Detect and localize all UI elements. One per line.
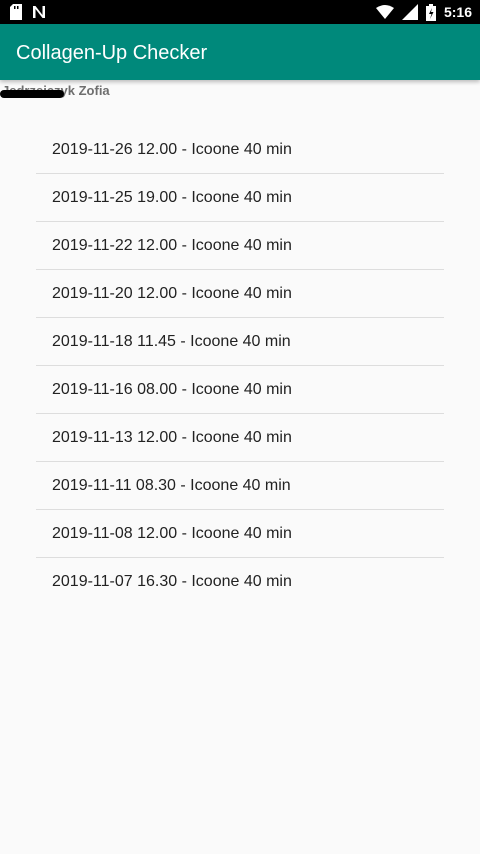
status-left-icons	[10, 4, 46, 20]
redaction-mark	[0, 90, 64, 98]
app-bar: Collagen-Up Checker	[0, 24, 480, 80]
session-list: 2019-11-26 12.00 - Icoone 40 min 2019-11-…	[36, 126, 444, 606]
list-item[interactable]: 2019-11-20 12.00 - Icoone 40 min	[36, 270, 444, 318]
list-item[interactable]: 2019-11-26 12.00 - Icoone 40 min	[36, 126, 444, 174]
list-item[interactable]: 2019-11-16 08.00 - Icoone 40 min	[36, 366, 444, 414]
battery-icon	[425, 3, 436, 21]
wifi-icon	[375, 5, 394, 19]
list-item[interactable]: 2019-11-25 19.00 - Icoone 40 min	[36, 174, 444, 222]
signal-icon	[401, 4, 418, 20]
status-bar: 5:16	[0, 0, 480, 24]
list-item[interactable]: 2019-11-22 12.00 - Icoone 40 min	[36, 222, 444, 270]
app-title: Collagen-Up Checker	[16, 42, 208, 64]
sd-card-icon	[10, 4, 22, 20]
list-item[interactable]: 2019-11-08 12.00 - Icoone 40 min	[36, 510, 444, 558]
status-time: 5:16	[443, 4, 472, 20]
list-item[interactable]: 2019-11-11 08.30 - Icoone 40 min	[36, 462, 444, 510]
notification-n-icon	[33, 6, 45, 18]
status-right-icons: 5:16	[375, 3, 472, 21]
list-item[interactable]: 2019-11-13 12.00 - Icoone 40 min	[36, 414, 444, 462]
list-item[interactable]: 2019-11-18 11.45 - Icoone 40 min	[36, 318, 444, 366]
list-item[interactable]: 2019-11-07 16.30 - Icoone 40 min	[36, 558, 444, 606]
